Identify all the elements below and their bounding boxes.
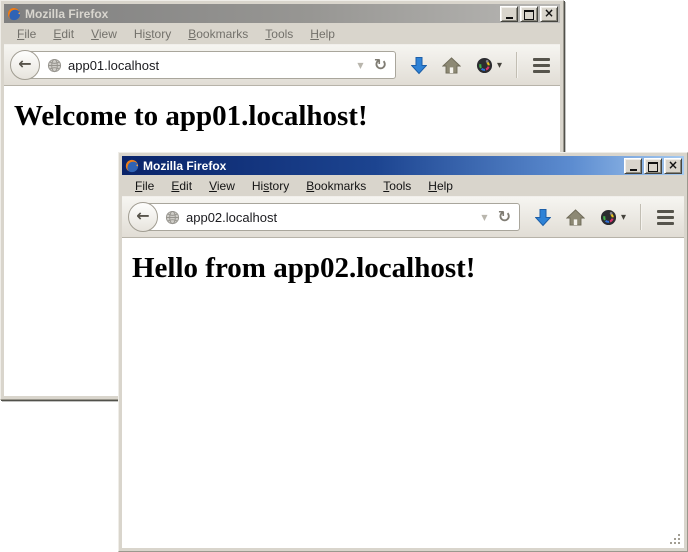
home-icon	[442, 57, 461, 74]
menu-hamburger-button[interactable]	[655, 204, 676, 230]
menu-edit[interactable]: Edit	[46, 25, 81, 43]
globe-site-icon	[165, 210, 180, 225]
page-content: Hello from app02.localhost!	[122, 238, 684, 548]
search-engine-icon	[476, 57, 493, 74]
home-icon	[566, 209, 585, 226]
title-bar[interactable]: Mozilla Firefox ×	[122, 156, 684, 175]
home-button[interactable]	[442, 57, 461, 74]
download-button[interactable]	[411, 56, 427, 75]
back-arrow-icon: ←	[136, 208, 149, 224]
menu-bookmarks[interactable]: Bookmarks	[181, 25, 255, 43]
menu-edit[interactable]: Edit	[164, 177, 199, 195]
menu-help[interactable]: Help	[303, 25, 342, 43]
navigation-toolbar: ← app01.localhost ▼ ↻ ▾	[4, 44, 560, 86]
maximize-button[interactable]	[644, 158, 662, 174]
menu-file[interactable]: File	[128, 177, 161, 195]
minimize-icon	[506, 17, 513, 19]
menu-history[interactable]: History	[245, 177, 296, 195]
minimize-button[interactable]	[500, 6, 518, 22]
window-title: Mozilla Firefox	[143, 159, 226, 173]
menu-tools[interactable]: Tools	[258, 25, 300, 43]
menu-view[interactable]: View	[84, 25, 124, 43]
maximize-icon	[648, 162, 658, 172]
url-bar[interactable]: app01.localhost ▼ ↻	[25, 51, 396, 79]
maximize-button[interactable]	[520, 6, 538, 22]
resize-grip-icon	[669, 533, 682, 546]
minimize-icon	[630, 169, 637, 171]
menu-bar: File Edit View History Bookmarks Tools H…	[4, 23, 560, 44]
url-value: app02.localhost	[186, 210, 277, 225]
reload-button[interactable]: ↻	[495, 209, 514, 225]
menu-tools[interactable]: Tools	[376, 177, 418, 195]
urlbar-dropdown-icon[interactable]: ▼	[350, 61, 370, 70]
url-value: app01.localhost	[68, 58, 159, 73]
firefox-logo-icon	[7, 7, 21, 21]
toolbar-separator	[640, 204, 641, 230]
maximize-icon	[524, 10, 534, 20]
home-button[interactable]	[566, 209, 585, 226]
back-button[interactable]: ←	[128, 202, 158, 232]
back-arrow-icon: ←	[18, 56, 31, 72]
urlbar-dropdown-icon[interactable]: ▼	[474, 213, 494, 222]
reload-button[interactable]: ↻	[371, 57, 390, 73]
page-heading: Welcome to app01.localhost!	[14, 100, 560, 133]
close-icon: ×	[668, 160, 678, 171]
globe-site-icon	[47, 58, 62, 73]
search-engine-button[interactable]: ▾	[476, 57, 502, 74]
menu-hamburger-button[interactable]	[531, 52, 552, 78]
url-bar[interactable]: app02.localhost ▼ ↻	[143, 203, 520, 231]
menu-file[interactable]: File	[10, 25, 43, 43]
resize-grip[interactable]	[669, 533, 682, 546]
menu-history[interactable]: History	[127, 25, 178, 43]
search-engine-button[interactable]: ▾	[600, 209, 626, 226]
toolbar-separator	[516, 52, 517, 78]
navigation-toolbar: ← app02.localhost ▼ ↻ ▾	[122, 196, 684, 238]
menu-view[interactable]: View	[202, 177, 242, 195]
minimize-button[interactable]	[624, 158, 642, 174]
download-arrow-icon	[535, 208, 551, 227]
title-bar[interactable]: Mozilla Firefox ×	[4, 4, 560, 23]
close-button[interactable]: ×	[664, 158, 682, 174]
search-engine-icon	[600, 209, 617, 226]
browser-window-app02[interactable]: Mozilla Firefox × File Edit View History…	[118, 152, 688, 552]
window-title: Mozilla Firefox	[25, 7, 108, 21]
menu-help[interactable]: Help	[421, 177, 460, 195]
download-button[interactable]	[535, 208, 551, 227]
search-caret-icon: ▾	[621, 212, 626, 223]
page-heading: Hello from app02.localhost!	[132, 252, 684, 285]
download-arrow-icon	[411, 56, 427, 75]
firefox-logo-icon	[125, 159, 139, 173]
menu-bookmarks[interactable]: Bookmarks	[299, 177, 373, 195]
close-button[interactable]: ×	[540, 6, 558, 22]
search-caret-icon: ▾	[497, 60, 502, 71]
close-icon: ×	[544, 8, 554, 19]
menu-bar: File Edit View History Bookmarks Tools H…	[122, 175, 684, 196]
back-button[interactable]: ←	[10, 50, 40, 80]
